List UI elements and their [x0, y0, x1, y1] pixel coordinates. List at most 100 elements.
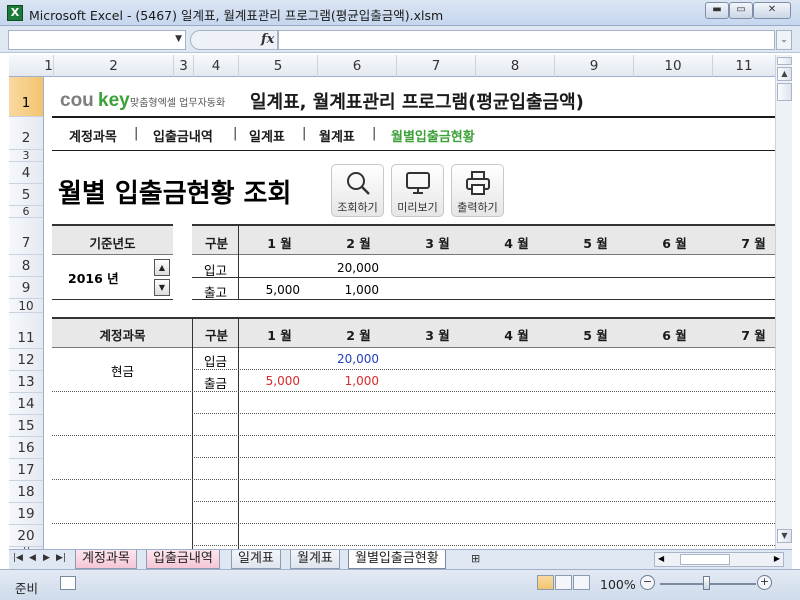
detail-row-line	[52, 435, 775, 436]
row-header-11[interactable]: 11	[9, 313, 43, 349]
sheet-tab-monthly-status[interactable]: 월별입출금현황	[348, 550, 446, 569]
scroll-left-icon[interactable]: ◀	[658, 554, 664, 563]
nav-monthly-status[interactable]: 월별입출금현황	[391, 126, 475, 145]
column-header-8[interactable]: 8	[476, 55, 555, 77]
expand-formula-icon[interactable]: ⌄	[776, 30, 792, 50]
row-header-1[interactable]: 1	[9, 77, 43, 117]
row-header-16[interactable]: 16	[9, 437, 43, 459]
normal-view-icon[interactable]	[537, 575, 554, 590]
scroll-down-icon[interactable]: ▼	[777, 529, 792, 543]
scroll-up-icon[interactable]: ▲	[777, 67, 792, 81]
column-header-10[interactable]: 10	[634, 55, 713, 77]
minimize-button[interactable]: ▬	[705, 2, 729, 19]
sheet-tab-monthly[interactable]: 월계표	[290, 550, 340, 569]
detail-row-line	[192, 457, 775, 458]
row-header-10[interactable]: 10	[9, 299, 43, 313]
row-header-7[interactable]: 7	[9, 218, 43, 255]
row-header-8[interactable]: 8	[9, 255, 43, 277]
summary-in-label: 입고	[204, 263, 228, 278]
sheet-tab-transactions[interactable]: 입출금내역	[146, 550, 220, 569]
close-button[interactable]: ✕	[753, 2, 791, 19]
summary-month: 4 월	[504, 236, 529, 251]
row-header-19[interactable]: 19	[9, 503, 43, 525]
row-header-5[interactable]: 5	[9, 184, 43, 206]
row-header-13[interactable]: 13	[9, 371, 43, 393]
printer-icon	[466, 171, 490, 195]
detail-in-label: 입금	[204, 354, 228, 369]
year-spin-down[interactable]: ▼	[154, 279, 170, 296]
detail-in-value: 20,000	[337, 352, 379, 366]
nav-separator: |	[233, 126, 238, 141]
row-header-12[interactable]: 12	[9, 349, 43, 371]
zoom-level[interactable]: 100%	[600, 577, 636, 592]
column-header-11[interactable]: 11	[713, 55, 775, 77]
scroll-thumb[interactable]	[777, 83, 792, 101]
zoom-in-button[interactable]: +	[757, 575, 772, 590]
sheet-tab-account[interactable]: 계정과목	[75, 550, 137, 569]
macro-record-icon[interactable]	[60, 576, 76, 590]
horizontal-scroll-thumb[interactable]	[680, 554, 730, 565]
detail-row-line	[52, 523, 775, 524]
nav-separator: |	[134, 126, 139, 141]
prev-sheet-icon[interactable]: ◀	[29, 553, 36, 563]
detail-row-line	[192, 501, 775, 502]
column-header-5[interactable]: 5	[239, 55, 318, 77]
fx-icon[interactable]: fx	[261, 32, 274, 47]
row-header-17[interactable]: 17	[9, 459, 43, 481]
column-header-9[interactable]: 9	[555, 55, 634, 77]
page-heading: 월별 입출금현황 조회	[58, 179, 292, 209]
column-header-6[interactable]: 6	[318, 55, 397, 77]
column-header-4[interactable]: 4	[194, 55, 239, 77]
row-header-2[interactable]: 2	[9, 117, 43, 150]
summary-out-label: 출고	[204, 285, 228, 300]
year-label: 기준년도	[89, 236, 136, 251]
status-bar: 준비 100% − +	[0, 569, 800, 600]
zoom-slider-thumb[interactable]	[703, 576, 710, 590]
name-box[interactable]: ▼	[8, 30, 186, 50]
row-header-9[interactable]: 9	[9, 277, 43, 299]
row-header-18[interactable]: 18	[9, 481, 43, 503]
scroll-right-icon[interactable]: ▶	[774, 554, 780, 563]
restore-button[interactable]: ▭	[729, 2, 753, 19]
column-header-1[interactable]: 1	[44, 55, 54, 77]
preview-button[interactable]: 미리보기	[391, 164, 444, 217]
sheet-tab-daily[interactable]: 일계표	[231, 550, 281, 569]
search-button[interactable]: 조회하기	[331, 164, 384, 217]
nav-account[interactable]: 계정과목	[69, 126, 117, 145]
row-header-14[interactable]: 14	[9, 393, 43, 415]
page-layout-view-icon[interactable]	[555, 575, 572, 590]
zoom-out-button[interactable]: −	[640, 575, 655, 590]
row-header-4[interactable]: 4	[9, 162, 43, 184]
print-button-label: 출력하기	[457, 201, 498, 214]
detail-out-value: 5,000	[265, 374, 300, 388]
year-spin-up[interactable]: ▲	[154, 259, 170, 276]
row-header-3[interactable]: 3	[9, 149, 43, 162]
preview-button-label: 미리보기	[397, 201, 438, 214]
column-header-7[interactable]: 7	[397, 55, 476, 77]
logo-text-key: key	[98, 90, 130, 111]
row-header-20[interactable]: 20	[9, 525, 43, 547]
first-sheet-icon[interactable]: |◀	[13, 553, 23, 563]
insert-sheet-icon[interactable]: ⊞	[471, 552, 480, 565]
detail-divider-left	[192, 317, 193, 549]
row-header-6[interactable]: 6	[9, 205, 43, 218]
horizontal-scrollbar[interactable]: ◀ ▶	[654, 552, 784, 567]
formula-input[interactable]	[278, 30, 775, 50]
status-ready: 준비	[15, 581, 39, 596]
next-sheet-icon[interactable]: ▶	[43, 553, 50, 563]
sheet-area: cou key 맞춤형엑셀 업무자동화 일계표, 월계표관리 프로그램(평균입출…	[44, 77, 775, 549]
column-header-3[interactable]: 3	[174, 55, 194, 77]
last-sheet-icon[interactable]: ▶|	[56, 553, 66, 563]
split-handle[interactable]	[777, 57, 792, 65]
column-header-2[interactable]: 2	[54, 55, 174, 77]
chevron-down-icon[interactable]: ▼	[175, 34, 182, 44]
nav-daily[interactable]: 일계표	[249, 126, 285, 145]
nav-transactions[interactable]: 입출금내역	[153, 126, 213, 145]
page-break-view-icon[interactable]	[573, 575, 590, 590]
nav-monthly[interactable]: 월계표	[319, 126, 355, 145]
detail-month: 7 월	[741, 328, 766, 343]
print-button[interactable]: 출력하기	[451, 164, 504, 217]
detail-month: 5 월	[583, 328, 608, 343]
vertical-scrollbar[interactable]: ▲ ▼	[775, 55, 792, 549]
row-header-15[interactable]: 15	[9, 415, 43, 437]
